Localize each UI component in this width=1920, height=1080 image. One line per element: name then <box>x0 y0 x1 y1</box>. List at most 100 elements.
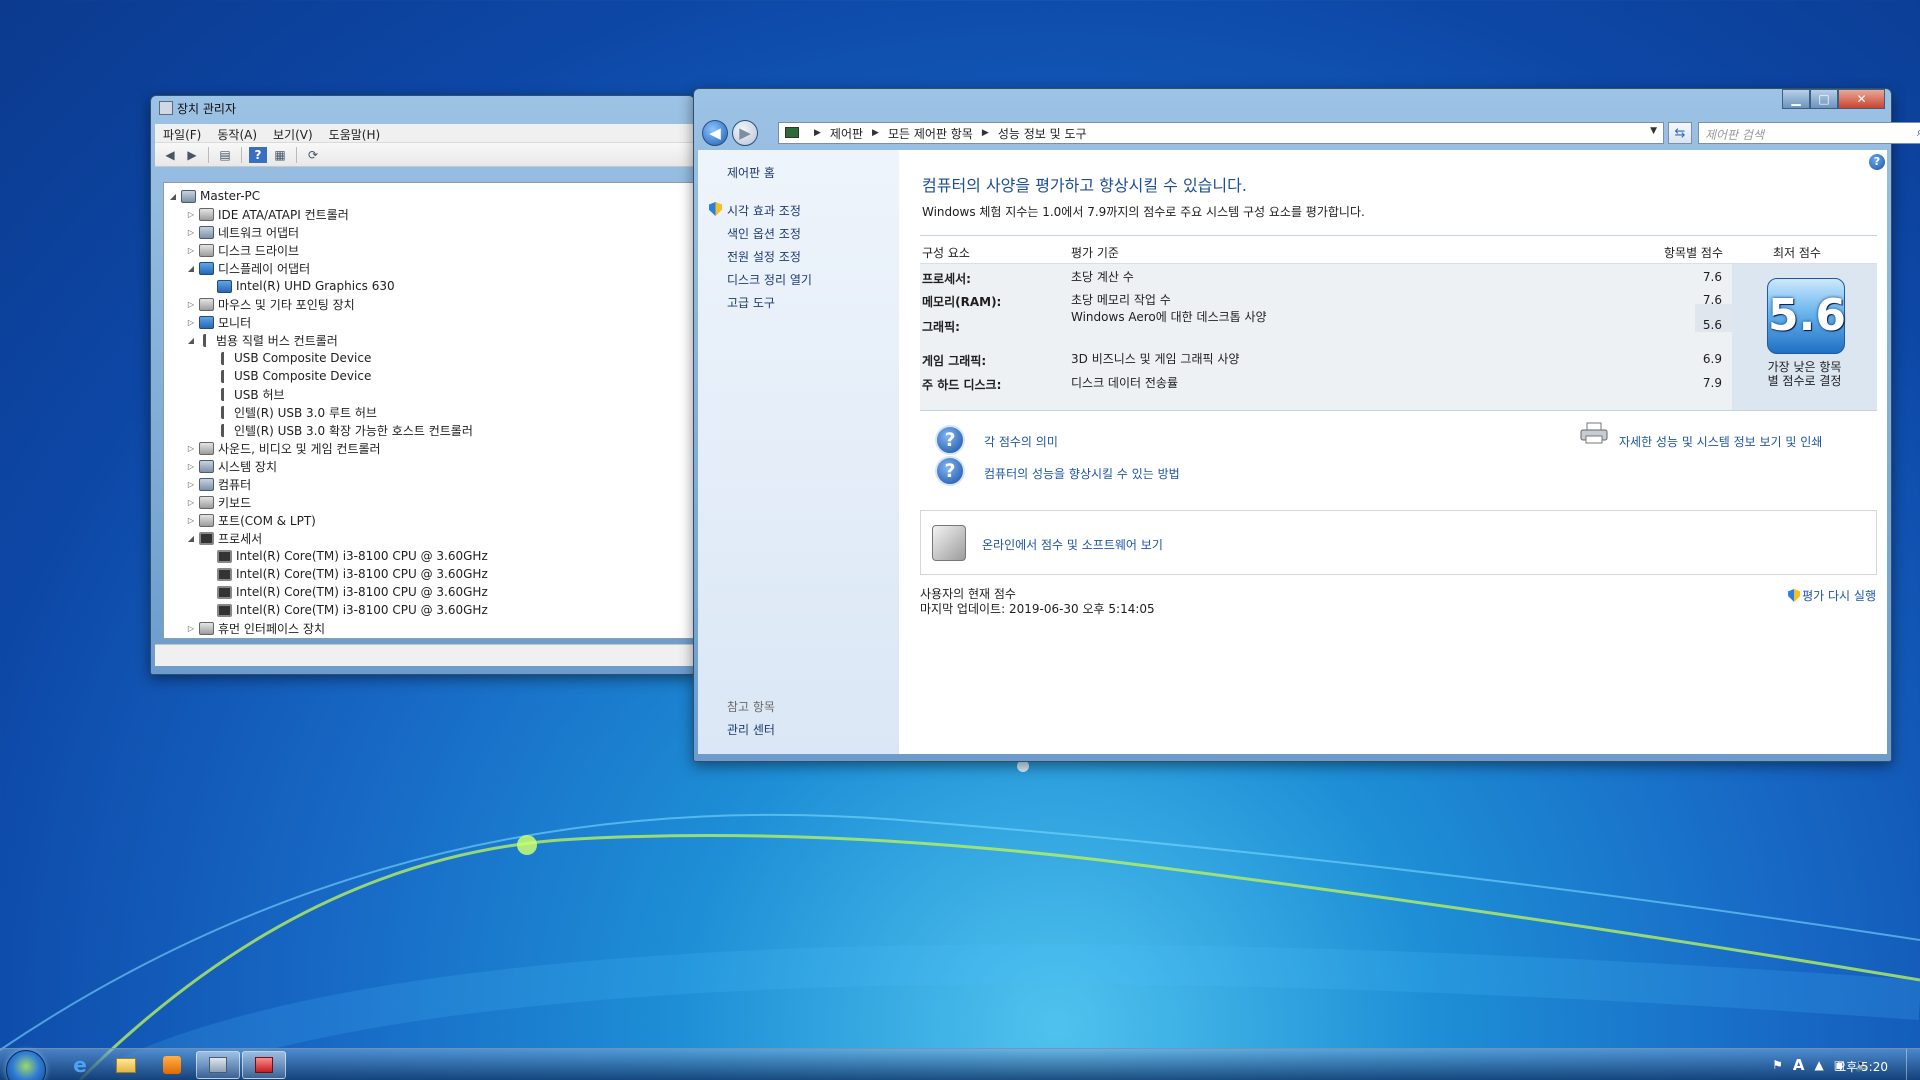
expand-icon[interactable]: ▷ <box>186 516 196 525</box>
collapse-icon[interactable]: ◢ <box>186 336 196 345</box>
advanced-tools-link[interactable]: 고급 도구 <box>727 294 775 311</box>
header-subscore: 항목별 점수 <box>1664 246 1724 260</box>
expand-icon[interactable]: ▷ <box>186 300 196 309</box>
expand-icon[interactable]: ▷ <box>186 246 196 255</box>
breadcrumb-performance[interactable]: 성능 정보 및 도구 <box>998 125 1087 142</box>
expand-icon[interactable]: ▷ <box>186 480 196 489</box>
criteria-processor: 초당 계산 수 <box>1071 270 1134 284</box>
breadcrumb[interactable]: ▶ 제어판 ▶ 모든 제어판 항목 ▶ 성능 정보 및 도구 ▼ <box>778 122 1664 144</box>
expand-icon[interactable]: ▷ <box>186 444 196 453</box>
minimize-button[interactable]: ▁ <box>1782 89 1810 109</box>
device-manager-titlebar[interactable]: 장치 관리자 <box>151 96 694 120</box>
menu-help[interactable]: 도움말(H) <box>321 124 389 142</box>
action-center-link[interactable]: 관리 센터 <box>727 721 775 738</box>
tree-node[interactable]: Intel(R) Core(TM) i3-8100 CPU @ 3.60GHz <box>204 547 488 565</box>
forward-arrow-icon[interactable]: ▶ <box>183 147 201 163</box>
back-button[interactable]: ◀ <box>702 120 728 146</box>
menu-action[interactable]: 동작(A) <box>209 124 265 142</box>
tree-node[interactable]: ▷ 키보드 <box>186 493 251 511</box>
internet-explorer-icon[interactable]: e <box>58 1051 102 1079</box>
rerun-assessment-link[interactable]: 평가 다시 실행 <box>1788 587 1876 604</box>
tree-node[interactable]: 인텔(R) USB 3.0 루트 허브 <box>204 403 377 421</box>
action-center-icon[interactable]: ⚑ <box>1772 1058 1783 1072</box>
tree-node-label: Intel(R) Core(TM) i3-8100 CPU @ 3.60GHz <box>236 603 488 617</box>
tree-node[interactable]: Intel(R) UHD Graphics 630 <box>204 277 395 295</box>
expand-icon[interactable]: ▷ <box>186 318 196 327</box>
file-explorer-icon[interactable] <box>104 1051 148 1079</box>
expand-icon[interactable]: ▷ <box>186 624 196 633</box>
menu-file[interactable]: 파일(F) <box>155 124 209 142</box>
tree-node[interactable]: USB Composite Device <box>204 349 371 367</box>
expand-icon[interactable]: ▷ <box>186 210 196 219</box>
tree-node[interactable]: ▷ 마우스 및 기타 포인팅 장치 <box>186 295 355 313</box>
tree-node[interactable]: USB 허브 <box>204 385 285 403</box>
device-manager-window[interactable]: 장치 관리자 파일(F) 동작(A) 보기(V) 도움말(H) ◀ ▶ ▤ ? … <box>150 95 695 675</box>
tree-node[interactable]: ▷ 사운드, 비디오 및 게임 컨트롤러 <box>186 439 381 457</box>
clock[interactable]: 오후 5:20 <box>1835 1058 1888 1075</box>
show-hide-console-tree-icon[interactable]: ▤ <box>216 147 234 163</box>
tree-node[interactable]: ▷ 포트(COM & LPT) <box>186 511 316 529</box>
refresh-button[interactable]: ⇆ <box>1668 122 1692 144</box>
tree-node[interactable]: Intel(R) Core(TM) i3-8100 CPU @ 3.60GHz <box>204 565 488 583</box>
collapse-icon[interactable]: ◢ <box>186 264 196 273</box>
start-button[interactable] <box>6 1050 46 1080</box>
menu-view[interactable]: 보기(V) <box>265 124 321 142</box>
toolbar-separator <box>296 146 297 163</box>
tree-node[interactable]: ▷ 네트워크 어댑터 <box>186 223 299 241</box>
tree-node[interactable]: 인텔(R) USB 3.0 확장 가능한 호스트 컨트롤러 <box>204 421 473 439</box>
chevron-up-icon[interactable]: ▲ <box>1814 1058 1823 1072</box>
disk-cleanup-link[interactable]: 디스크 정리 열기 <box>727 271 812 288</box>
table-header: 구성 요소 평가 기준 항목별 점수 최저 점수 <box>920 236 1877 264</box>
device-tree[interactable]: ◢ Master-PC ▷ IDE ATA/ATAPI 컨트롤러 ▷ 네트워크 어댑터 ▷ 디… <box>163 182 694 639</box>
breadcrumb-control-panel[interactable]: 제어판 <box>830 125 863 142</box>
tree-node[interactable]: Intel(R) Core(TM) i3-8100 CPU @ 3.60GHz <box>204 601 488 619</box>
control-panel-task[interactable] <box>242 1051 286 1079</box>
tree-node[interactable]: ▷ 디스크 드라이브 <box>186 241 299 259</box>
breadcrumb-all-items[interactable]: 모든 제어판 항목 <box>888 125 973 142</box>
tree-node[interactable]: ◢ 디스플레이 어댑터 <box>186 259 310 277</box>
collapse-icon[interactable]: ◢ <box>168 192 178 201</box>
indexing-options-link[interactable]: 색인 옵션 조정 <box>727 225 801 242</box>
help-icon[interactable]: ? <box>249 146 267 163</box>
control-panel-home-link[interactable]: 제어판 홈 <box>727 164 775 181</box>
controller-icon <box>199 207 214 221</box>
tree-node[interactable]: ▷ 컴퓨터 <box>186 475 251 493</box>
rerun-assessment-label: 평가 다시 실행 <box>1802 589 1876 603</box>
tree-node[interactable]: ◢ Master-PC <box>168 187 260 205</box>
tree-node[interactable]: USB Composite Device <box>204 367 371 385</box>
maximize-button[interactable]: □ <box>1810 89 1838 109</box>
printer-icon <box>1580 422 1608 444</box>
media-player-icon[interactable] <box>150 1051 194 1079</box>
improve-performance-link[interactable]: 컴퓨터의 성능을 향상시킬 수 있는 방법 <box>984 465 1180 482</box>
back-arrow-icon[interactable]: ◀ <box>161 147 179 163</box>
expand-icon[interactable]: ▷ <box>186 498 196 507</box>
expand-icon[interactable]: ▷ <box>186 228 196 237</box>
chevron-down-icon[interactable]: ▼ <box>1650 126 1657 136</box>
tree-node[interactable]: ▷ 휴먼 인터페이스 장치 <box>186 619 325 637</box>
score-table: 구성 요소 평가 기준 항목별 점수 최저 점수 프로세서: 초당 계산 수 7… <box>920 235 1877 411</box>
expand-icon[interactable]: ▷ <box>186 462 196 471</box>
tree-node[interactable]: ▷ IDE ATA/ATAPI 컨트롤러 <box>186 205 349 223</box>
tree-node[interactable]: Intel(R) Core(TM) i3-8100 CPU @ 3.60GHz <box>204 583 488 601</box>
scan-hardware-icon[interactable]: ⟳ <box>304 147 322 163</box>
online-scores-link[interactable]: 온라인에서 점수 및 소프트웨어 보기 <box>982 536 1163 553</box>
details-print-link[interactable]: 자세한 성능 및 시스템 정보 보기 및 인쇄 <box>1619 433 1822 450</box>
collapse-icon[interactable]: ◢ <box>186 534 196 543</box>
show-desktop-button[interactable] <box>1906 1049 1920 1080</box>
device-manager-task[interactable] <box>196 1051 240 1079</box>
score-meaning-link[interactable]: 각 점수의 의미 <box>984 433 1058 450</box>
tree-node[interactable]: ◢ 프로세서 <box>186 529 262 547</box>
performance-titlebar[interactable]: ▁ □ ✕ <box>694 89 1891 113</box>
performance-window[interactable]: ▁ □ ✕ ◀ ▶ ▶ 제어판 ▶ 모든 제어판 항목 ▶ 성능 정보 및 도구… <box>693 88 1920 762</box>
search-input[interactable]: 제어판 검색 ⌕ <box>1698 122 1920 144</box>
forward-button[interactable]: ▶ <box>732 120 758 146</box>
power-settings-link[interactable]: 전원 설정 조정 <box>727 248 801 265</box>
ime-indicator[interactable]: A <box>1793 1056 1805 1074</box>
help-icon[interactable]: ? <box>1869 154 1885 170</box>
tree-node[interactable]: ▷ 모니터 <box>186 313 251 331</box>
close-button[interactable]: ✕ <box>1838 89 1885 109</box>
visual-effects-link[interactable]: 시각 효과 조정 <box>727 202 801 219</box>
tree-node[interactable]: ◢ 범용 직렬 버스 컨트롤러 <box>186 331 338 349</box>
tree-node[interactable]: ▷ 시스템 장치 <box>186 457 277 475</box>
properties-icon[interactable]: ▦ <box>271 147 289 163</box>
